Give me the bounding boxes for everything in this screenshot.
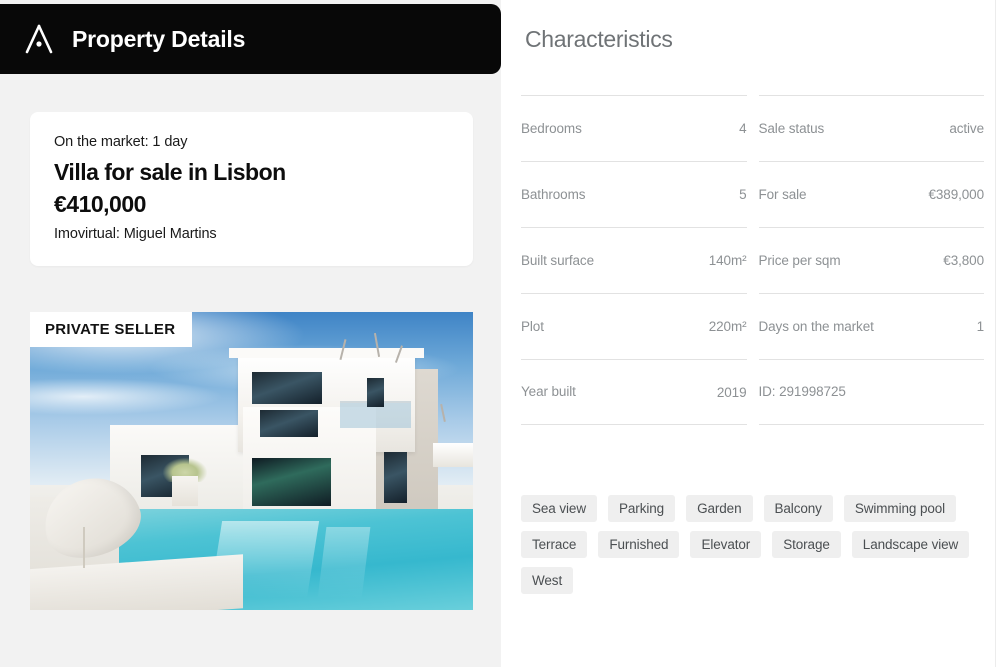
spec-label: Days on the market [758, 318, 874, 334]
spec-label: Sale status [758, 120, 825, 136]
feature-tag-list: Sea view Parking Garden Balcony Swimming… [521, 495, 991, 594]
spec-value: 5 [739, 187, 747, 202]
listing-price: €410,000 [54, 190, 146, 217]
page-title: Property Details [72, 25, 246, 52]
photo-window [251, 458, 332, 506]
photo-window [251, 371, 323, 405]
photo-umbrella-pole [83, 526, 86, 569]
feature-tag[interactable]: Terrace [521, 531, 588, 558]
right-panel: Characteristics Bedrooms 4 Bathrooms 5 B… [501, 0, 1000, 667]
photo-window [366, 377, 385, 408]
table-row: Year built 2019 [521, 359, 747, 425]
characteristics-table: Bedrooms 4 Bathrooms 5 Built surface 140… [521, 95, 984, 425]
private-seller-badge: PRIVATE SELLER [30, 312, 193, 347]
table-row: Bathrooms 5 [521, 161, 747, 227]
left-panel: Property Details On the market: 1 day Vi… [0, 0, 501, 667]
feature-tag[interactable]: Landscape view [851, 531, 970, 558]
spec-label: Year built [521, 384, 576, 400]
spec-value: 4 [739, 121, 747, 136]
spec-label: Bedrooms [521, 120, 582, 136]
spec-value: 1 [976, 319, 985, 334]
listing-summary-card: On the market: 1 day Villa for sale in L… [30, 112, 473, 267]
spec-value: 2019 [716, 384, 747, 400]
spec-label: ID: 291998725 [758, 384, 846, 400]
photo-window [260, 410, 318, 438]
photo-planter [171, 475, 199, 506]
feature-tag[interactable]: Parking [607, 495, 676, 522]
photo-pool-reflection [317, 526, 372, 599]
spec-value: 140m² [708, 253, 747, 268]
feature-tag[interactable]: Garden [686, 495, 753, 522]
market-duration-text: On the market: 1 day [54, 134, 188, 150]
table-row: Days on the market 1 [758, 293, 985, 359]
property-details-page: Property Details On the market: 1 day Vi… [0, 0, 1000, 667]
table-row: Price per sqm €3,800 [758, 227, 984, 293]
app-header: Property Details [0, 4, 501, 74]
spec-label: For sale [758, 186, 807, 202]
feature-tag[interactable]: Elevator [690, 531, 762, 558]
spec-value: €3,800 [943, 253, 984, 268]
feature-tag[interactable]: Swimming pool [843, 495, 957, 522]
spec-value: 220m² [708, 319, 747, 334]
property-photo-image [30, 312, 473, 610]
photo-pergola [433, 443, 473, 467]
chevron-a-logo-icon [24, 23, 54, 55]
spec-label: Price per sqm [758, 252, 841, 268]
feature-tag[interactable]: West [521, 567, 574, 594]
table-row: Bedrooms 4 [521, 95, 747, 161]
table-row: Built surface 140m² [521, 227, 747, 293]
spec-label: Bathrooms [521, 186, 586, 202]
feature-tag[interactable]: Sea view [521, 495, 597, 522]
listing-agent: Imovirtual: Miguel Martins [54, 226, 217, 243]
feature-tag[interactable]: Balcony [763, 495, 833, 522]
table-row: ID: 291998725 [758, 359, 984, 425]
photo-villa-roof [229, 347, 425, 359]
spec-label: Plot [521, 318, 544, 334]
characteristics-right-column: Sale status active For sale €389,000 Pri… [758, 95, 985, 425]
feature-tag[interactable]: Furnished [598, 531, 680, 558]
spec-value: €389,000 [928, 187, 984, 202]
table-row: For sale €389,000 [758, 161, 984, 227]
spec-value: active [949, 121, 984, 136]
property-photo[interactable]: PRIVATE SELLER [30, 312, 473, 610]
table-row: Sale status active [758, 95, 984, 161]
spec-label: Built surface [521, 252, 594, 268]
photo-window [384, 452, 407, 503]
characteristics-left-column: Bedrooms 4 Bathrooms 5 Built surface 140… [521, 95, 747, 425]
characteristics-title: Characteristics [525, 26, 673, 52]
table-row: Plot 220m² [521, 293, 747, 359]
panel-edge-divider [995, 0, 996, 667]
listing-title: Villa for sale in Lisbon [54, 159, 286, 185]
feature-tag[interactable]: Storage [772, 531, 841, 558]
